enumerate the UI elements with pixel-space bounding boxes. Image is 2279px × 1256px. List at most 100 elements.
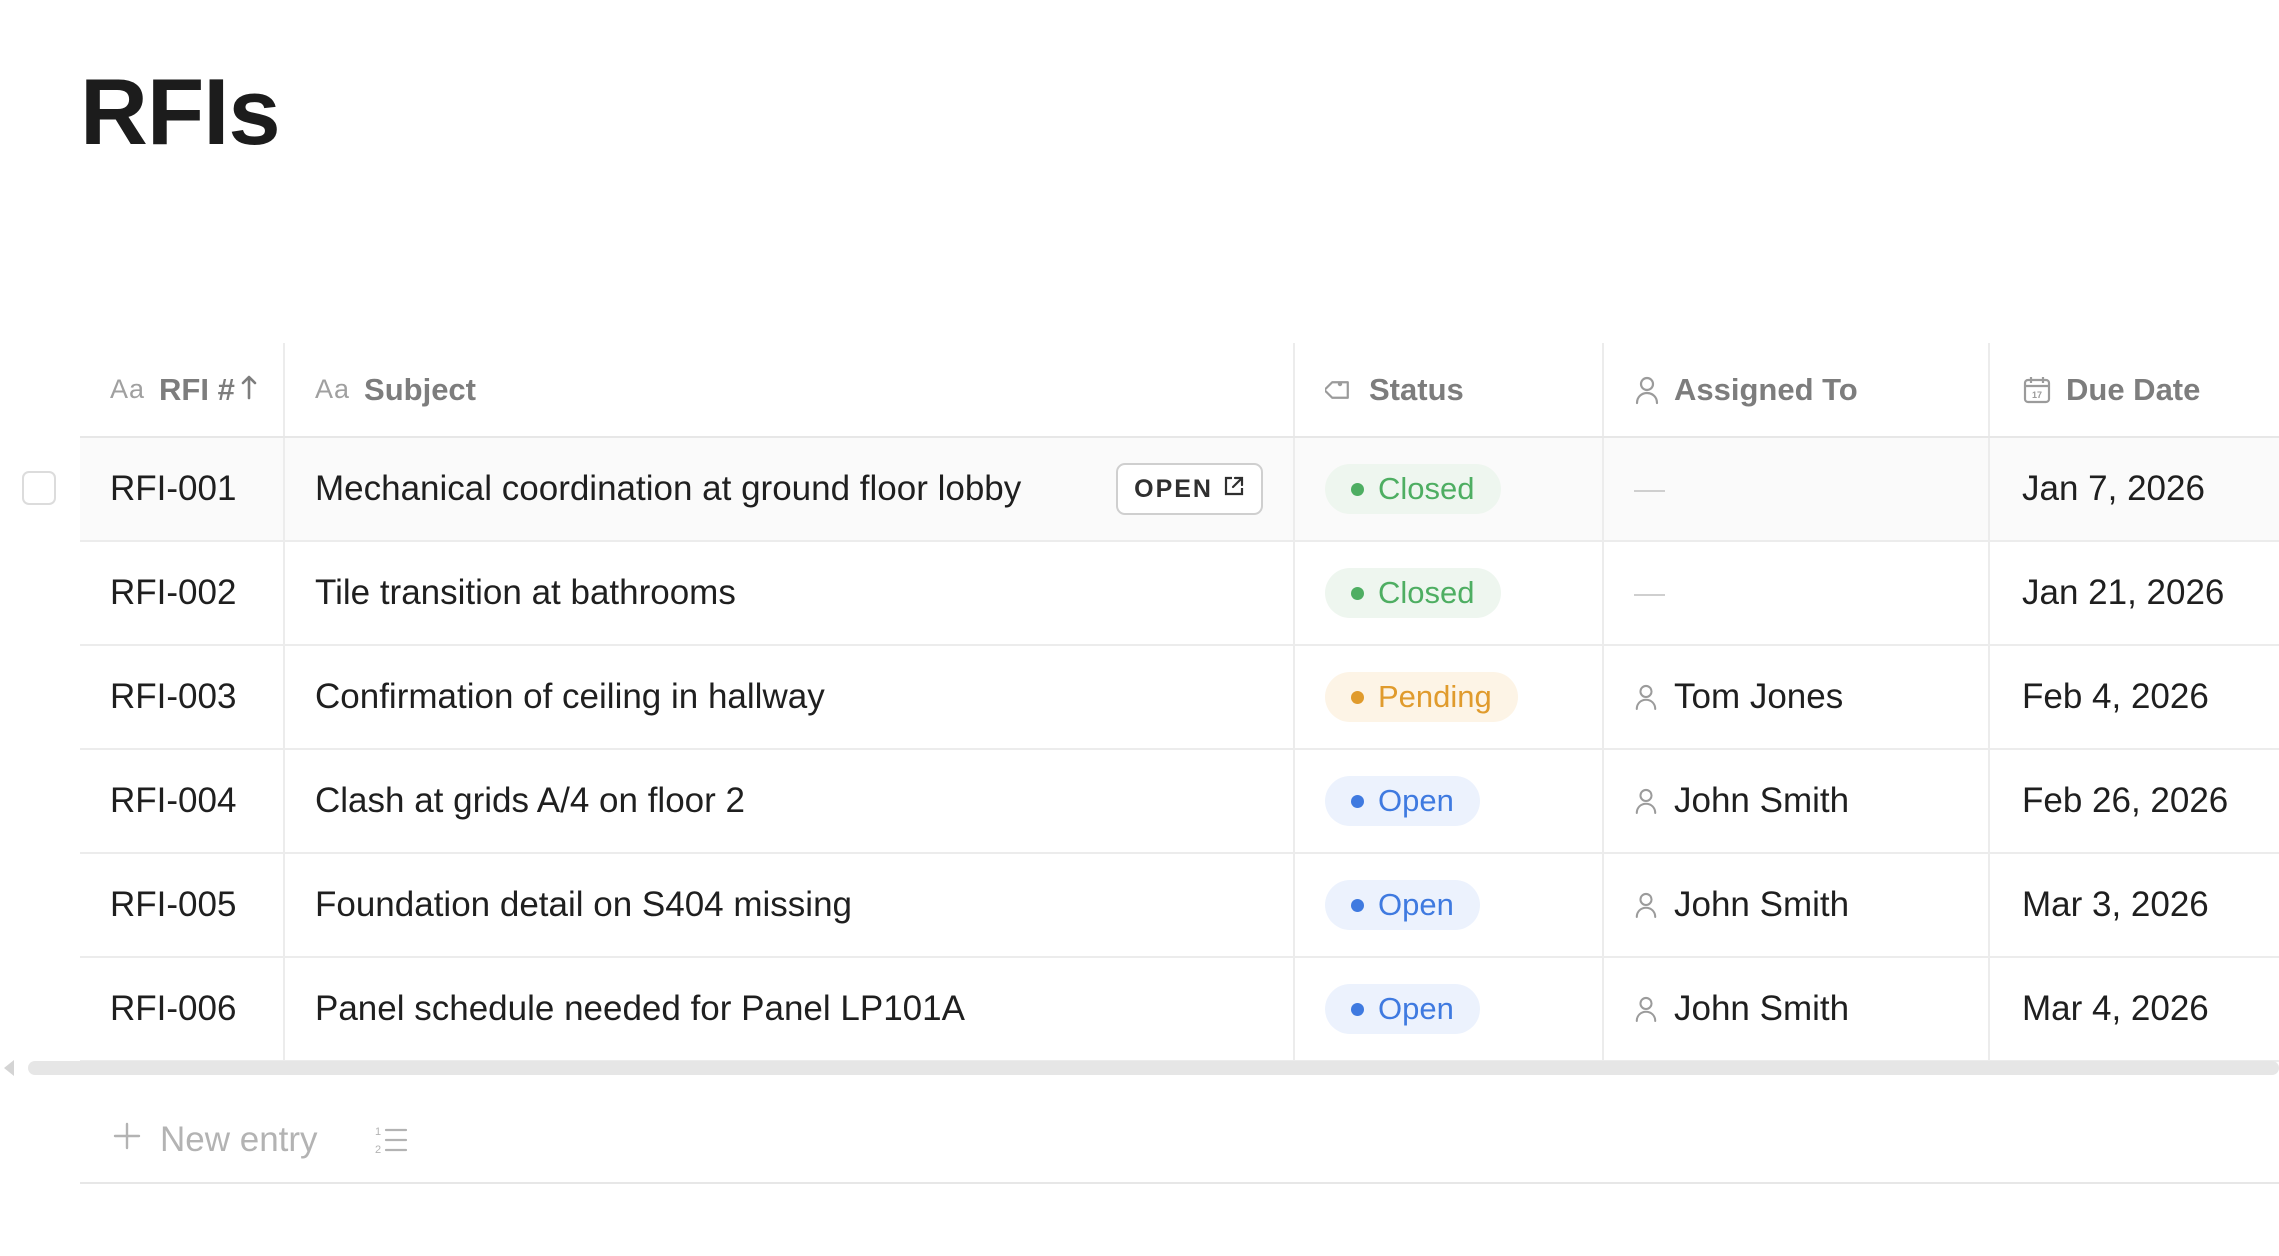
cell-status[interactable]: Open: [1295, 750, 1604, 852]
table-footer: New entry 12: [80, 1098, 2279, 1184]
page-title: RFIs: [80, 59, 281, 164]
subject-text: Confirmation of ceiling in hallway: [315, 677, 825, 716]
rfi-number: RFI-001: [110, 469, 237, 508]
cell-subject[interactable]: Clash at grids A/4 on floor 2: [285, 750, 1295, 852]
cell-assigned[interactable]: John Smith: [1604, 854, 1990, 956]
status-dot-icon: [1351, 690, 1364, 704]
rfi-number: RFI-004: [110, 781, 237, 820]
cell-status[interactable]: Closed: [1295, 438, 1604, 540]
rfi-number: RFI-002: [110, 573, 237, 612]
column-header-assigned[interactable]: Assigned To: [1604, 343, 1990, 436]
cell-due-date[interactable]: Jan 21, 2026: [1990, 542, 2279, 644]
cell-assigned[interactable]: John Smith: [1604, 750, 1990, 852]
cell-rfi[interactable]: RFI-004: [80, 750, 285, 852]
due-date: Feb 4, 2026: [2022, 677, 2209, 716]
column-label-assigned: Assigned To: [1674, 371, 1858, 407]
rfi-number: RFI-005: [110, 885, 237, 924]
column-label-rfi: RFI #: [159, 371, 235, 407]
status-badge: Open: [1325, 880, 1480, 930]
empty-value: —: [1634, 471, 1665, 506]
column-header-status[interactable]: Status: [1295, 343, 1604, 436]
cell-due-date[interactable]: Jan 7, 2026: [1990, 438, 2279, 540]
due-date: Jan 21, 2026: [2022, 573, 2225, 612]
scroll-left-arrow[interactable]: [4, 1060, 14, 1076]
status-badge: Open: [1325, 776, 1480, 826]
assignee-name: John Smith: [1674, 885, 1850, 924]
cell-assigned[interactable]: John Smith: [1604, 958, 1990, 1060]
status-label: Pending: [1378, 679, 1492, 714]
rfi-number: RFI-006: [110, 989, 237, 1028]
cell-due-date[interactable]: Feb 26, 2026: [1990, 750, 2279, 852]
plus-icon: [112, 1120, 142, 1160]
numbered-list-icon[interactable]: 12: [374, 1123, 408, 1157]
cell-due-date[interactable]: Feb 4, 2026: [1990, 646, 2279, 748]
cell-status[interactable]: Closed: [1295, 542, 1604, 644]
cell-subject[interactable]: Confirmation of ceiling in hallway: [285, 646, 1295, 748]
cell-rfi[interactable]: RFI-002: [80, 542, 285, 644]
text-aa-icon: Aa: [315, 374, 351, 404]
person-icon: [1634, 995, 1658, 1023]
status-label: Open: [1378, 783, 1454, 818]
column-header-subject[interactable]: Aa Subject: [285, 343, 1295, 436]
status-label: Open: [1378, 991, 1454, 1026]
cell-assigned[interactable]: —: [1604, 438, 1990, 540]
cell-rfi[interactable]: RFI-003: [80, 646, 285, 748]
cell-subject[interactable]: Panel schedule needed for Panel LP101A: [285, 958, 1295, 1060]
cell-rfi[interactable]: RFI-005: [80, 854, 285, 956]
person-icon: [1634, 787, 1658, 815]
table-row[interactable]: RFI-004 Clash at grids A/4 on floor 2 Open…: [80, 750, 2279, 854]
cell-due-date[interactable]: Mar 4, 2026: [1990, 958, 2279, 1060]
status-dot-icon: [1351, 794, 1364, 808]
cell-rfi[interactable]: RFI-006: [80, 958, 285, 1060]
status-badge: Closed: [1325, 568, 1501, 618]
cell-subject[interactable]: Tile transition at bathrooms: [285, 542, 1295, 644]
cell-due-date[interactable]: Mar 3, 2026: [1990, 854, 2279, 956]
open-button-label: OPEN: [1134, 474, 1213, 503]
new-entry-button[interactable]: New entry: [112, 1120, 318, 1160]
sort-ascending-icon[interactable]: [241, 372, 257, 408]
cell-subject[interactable]: Foundation detail on S404 missing: [285, 854, 1295, 956]
assignee-name: John Smith: [1674, 781, 1850, 820]
subject-text: Mechanical coordination at ground floor …: [315, 469, 1022, 508]
column-header-due[interactable]: 17 Due Date: [1990, 343, 2279, 436]
status-badge: Pending: [1325, 672, 1518, 722]
table-row[interactable]: RFI-003 Confirmation of ceiling in hallwa…: [80, 646, 2279, 750]
external-link-icon: [1223, 475, 1245, 504]
status-dot-icon: [1351, 586, 1364, 600]
svg-text:1: 1: [375, 1126, 381, 1138]
status-label: Open: [1378, 887, 1454, 922]
subject-text: Foundation detail on S404 missing: [315, 885, 853, 924]
column-header-rfi[interactable]: Aa RFI #: [80, 343, 285, 436]
table-row[interactable]: RFI-005 Foundation detail on S404 missing…: [80, 854, 2279, 958]
status-label: Closed: [1378, 471, 1475, 506]
assignee-name: Tom Jones: [1674, 677, 1844, 716]
rfi-number: RFI-003: [110, 677, 237, 716]
column-label-due: Due Date: [2066, 371, 2201, 407]
cell-subject[interactable]: Mechanical coordination at ground floor …: [285, 438, 1295, 540]
person-icon: [1634, 891, 1658, 919]
subject-text: Clash at grids A/4 on floor 2: [315, 781, 745, 820]
subject-text: Tile transition at bathrooms: [315, 573, 736, 612]
row-checkbox[interactable]: [22, 471, 56, 505]
due-date: Feb 26, 2026: [2022, 781, 2229, 820]
cell-rfi[interactable]: RFI-001: [80, 438, 285, 540]
new-entry-label: New entry: [160, 1120, 318, 1159]
status-dot-icon: [1351, 1002, 1364, 1016]
table-row[interactable]: RFI-002 Tile transition at bathrooms Close…: [80, 542, 2279, 646]
open-page-button[interactable]: OPEN: [1116, 463, 1263, 515]
column-label-subject: Subject: [364, 371, 476, 407]
table-row[interactable]: RFI-006 Panel schedule needed for Panel L…: [80, 958, 2279, 1062]
status-label: Closed: [1378, 575, 1475, 610]
cell-status[interactable]: Pending: [1295, 646, 1604, 748]
cell-status[interactable]: Open: [1295, 958, 1604, 1060]
cell-assigned[interactable]: —: [1604, 542, 1990, 644]
subject-text: Panel schedule needed for Panel LP101A: [315, 989, 965, 1028]
table-row[interactable]: RFI-001 Mechanical coordination at ground…: [22, 438, 2279, 542]
assignee-name: John Smith: [1674, 989, 1850, 1028]
cell-status[interactable]: Open: [1295, 854, 1604, 956]
horizontal-scrollbar[interactable]: [28, 1061, 2279, 1075]
person-icon: [1634, 683, 1658, 711]
column-label-status: Status: [1369, 371, 1464, 407]
cell-assigned[interactable]: Tom Jones: [1604, 646, 1990, 748]
status-dot-icon: [1351, 482, 1364, 496]
